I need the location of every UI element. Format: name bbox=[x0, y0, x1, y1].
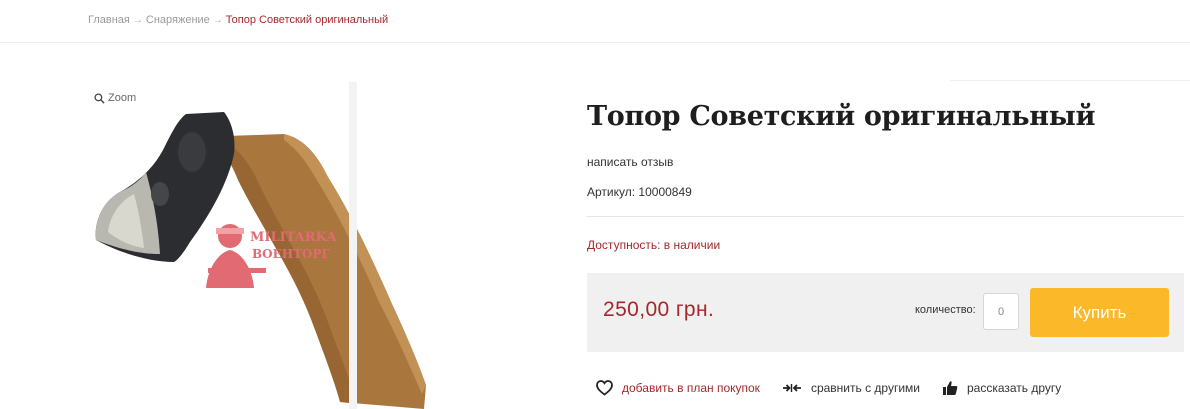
heart-icon bbox=[596, 380, 613, 396]
top-divider bbox=[950, 80, 1190, 81]
compare-label: сравнить с другими bbox=[810, 381, 920, 395]
info-divider bbox=[587, 216, 1184, 217]
availability: Доступность: в наличии bbox=[587, 238, 720, 252]
sku: Артикул: 10000849 bbox=[587, 185, 692, 199]
zoom-label: Zoom bbox=[108, 92, 137, 104]
header-divider bbox=[0, 42, 1190, 43]
availability-value: в наличии bbox=[663, 238, 721, 252]
breadcrumb-current: Топор Советский оригинальный bbox=[225, 14, 389, 26]
zoom-button[interactable]: Zoom bbox=[94, 92, 136, 104]
product-actions: добавить в план покупок сравнить с други… bbox=[596, 380, 1083, 396]
write-review-link[interactable]: написать отзыв bbox=[587, 155, 673, 169]
share-label: рассказать другу bbox=[966, 381, 1062, 395]
sku-label: Артикул: bbox=[587, 185, 636, 199]
breadcrumb-home[interactable]: Главная bbox=[88, 14, 130, 26]
breadcrumb: Главная → Снаряжение → Топор Советский ориги… bbox=[88, 14, 388, 26]
product-image-container[interactable]: Zoom MILITARKA ВОЕНТОРГ bbox=[88, 82, 437, 409]
add-to-wishlist-link[interactable]: добавить в план покупок bbox=[596, 380, 760, 396]
product-title: Топор Советский оригинальный bbox=[587, 101, 1096, 132]
wishlist-label: добавить в план покупок bbox=[622, 381, 760, 395]
compare-arrows-icon bbox=[782, 384, 801, 392]
buy-button[interactable]: Купить bbox=[1030, 288, 1169, 337]
breadcrumb-equipment[interactable]: Снаряжение bbox=[146, 14, 210, 26]
breadcrumb-separator: → bbox=[132, 15, 143, 26]
image-edge bbox=[349, 82, 357, 409]
sku-value: 10000849 bbox=[638, 185, 692, 199]
search-icon bbox=[94, 92, 105, 104]
compare-link[interactable]: сравнить с другими bbox=[782, 381, 920, 395]
breadcrumb-separator: → bbox=[212, 15, 223, 26]
availability-label: Доступность: bbox=[587, 238, 661, 252]
price: 250,00 грн. bbox=[603, 298, 715, 321]
product-photo: MILITARKA ВОЕНТОРГ bbox=[95, 112, 426, 409]
tell-friend-link[interactable]: рассказать другу bbox=[942, 380, 1061, 396]
thumbs-up-icon bbox=[942, 381, 958, 395]
watermark-line2: ВОЕНТОРГ bbox=[252, 247, 330, 261]
watermark-line1: MILITARKA bbox=[250, 230, 337, 245]
buy-panel: 250,00 грн. количество: Купить bbox=[587, 273, 1184, 352]
quantity-label: количество: bbox=[915, 304, 976, 316]
quantity-input[interactable] bbox=[983, 293, 1019, 330]
